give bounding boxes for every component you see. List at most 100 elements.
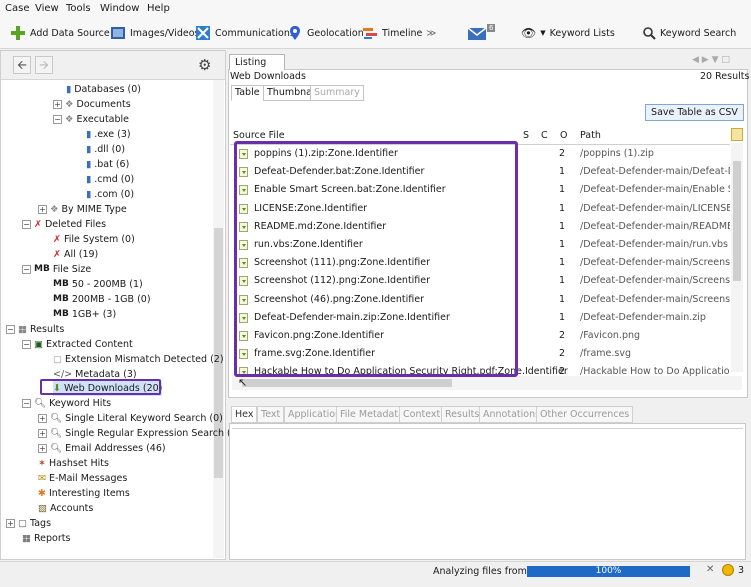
tab-table[interactable]: Table (231, 85, 264, 101)
notification-icon[interactable] (722, 564, 734, 576)
tree-item-tags[interactable]: + ▢ Tags (6, 516, 51, 531)
collapse-toggle[interactable]: − (22, 220, 31, 229)
column-header-s[interactable]: S (523, 130, 529, 141)
tree-item-com[interactable]: ▮ .com (0) (86, 187, 134, 202)
tree-item-keyword-hits[interactable]: − 🔍︎ Keyword Hits (22, 396, 111, 411)
tab-other-occurrences[interactable]: Other Occurrences (536, 406, 634, 423)
column-chooser-icon[interactable] (731, 128, 743, 141)
geolocation-button[interactable]: Geolocation (287, 22, 364, 44)
tree-item-hashset-hits[interactable]: ✶ Hashset Hits (38, 456, 109, 471)
tree-item-exe[interactable]: ▮ .exe (3) (86, 127, 131, 142)
expand-toggle[interactable]: + (38, 444, 47, 453)
keyword-lists-button[interactable]: 👁 ▼ Keyword Lists (521, 22, 615, 44)
tree-item-single-literal[interactable]: + 🔍︎ Single Literal Keyword Search (0) (38, 411, 223, 426)
tree-item-reports[interactable]: ▦ Reports (22, 531, 70, 546)
messages-button[interactable]: 6 (467, 22, 496, 44)
menu-help[interactable]: Help (147, 3, 170, 14)
tree-item-single-regex[interactable]: + 🔍︎ Single Regular Expression Search (0 (38, 426, 237, 441)
tree-item-ext-mismatch[interactable]: ▢ Extension Mismatch Detected (2) (53, 352, 224, 367)
tree-label: 1GB+ (3) (71, 309, 117, 320)
tree-label: Accounts (49, 503, 94, 514)
cancel-ingest-icon[interactable]: ✕ (706, 564, 714, 575)
expand-toggle[interactable]: + (6, 519, 15, 528)
table-vertical-scrollbar[interactable] (731, 143, 743, 372)
tree-item-cmd[interactable]: ▮ .cmd (0) (86, 172, 134, 187)
tree-item-file-system[interactable]: ✗ File System (0) (53, 232, 135, 247)
tab-listing[interactable]: Listing (229, 54, 285, 70)
collapse-toggle[interactable]: − (22, 399, 31, 408)
tree-item-executable[interactable]: − ❖ Executable (53, 112, 129, 127)
gear-icon[interactable]: ⚙ (198, 56, 211, 74)
expand-toggle[interactable]: + (38, 414, 47, 423)
tree-item-accounts[interactable]: ▧ Accounts (38, 501, 93, 516)
hashset-icon: ✶ (38, 458, 46, 469)
tree-item-size-2[interactable]: MB 200MB - 1GB (0) (53, 292, 151, 307)
table-horizontal-scrollbar[interactable] (232, 376, 742, 390)
tree-label: .com (0) (94, 189, 135, 200)
tree-item-email-addresses[interactable]: + 🔍︎ Email Addresses (46) (38, 441, 166, 456)
tree-item-documents[interactable]: + ❖ Documents (53, 97, 131, 112)
mb-icon: MB (53, 294, 69, 304)
tree-item-results[interactable]: − ▦ Results (6, 322, 64, 337)
tree-label: Tags (29, 518, 52, 529)
tree-item-all[interactable]: ✗ All (19) (53, 247, 98, 262)
tree-scrollbar[interactable] (213, 80, 224, 558)
tree-item-bat[interactable]: ▮ .bat (6) (86, 157, 129, 172)
images-videos-button[interactable]: Images/Videos (110, 22, 199, 44)
tree-item-deleted-files[interactable]: − ✗ Deleted Files (22, 217, 106, 232)
tree-item-extracted-content[interactable]: − ▣ Extracted Content (22, 337, 133, 352)
results-icon: ▦ (18, 324, 27, 335)
tab-context[interactable]: Context (399, 406, 445, 423)
path-cell: /frame.svg (580, 348, 631, 360)
tree-item-file-size[interactable]: − MB File Size (22, 262, 91, 277)
menu-window[interactable]: Window (100, 3, 139, 14)
collapse-toggle[interactable]: − (53, 115, 62, 124)
collapse-toggle[interactable]: − (6, 325, 15, 334)
tab-hex[interactable]: Hex (231, 406, 258, 423)
chevron-double-down-icon[interactable]: ≫ (426, 28, 436, 39)
timeline-button[interactable]: Timeline ≫ (362, 22, 436, 44)
column-header-c[interactable]: C (541, 130, 548, 141)
tree-label: File Size (52, 264, 92, 275)
keyword-lists-label: Keyword Lists (549, 27, 615, 39)
folder-icon: ▮ (66, 84, 72, 95)
menu-view[interactable]: View (35, 3, 59, 14)
listing-nav-arrows[interactable]: ◀ ▶ ▼ □ (692, 55, 730, 65)
column-header-source-file[interactable]: Source File (233, 130, 285, 141)
forward-button[interactable]: 🡪 (35, 56, 53, 74)
tree-item-size-3[interactable]: MB 1GB+ (3) (53, 307, 116, 322)
add-data-source-button[interactable]: Add Data Source (10, 22, 110, 44)
communications-button[interactable]: Communications (195, 22, 295, 44)
tab-file-metadata[interactable]: File Metadata (336, 406, 408, 423)
tab-annotations[interactable]: Annotations (479, 406, 545, 423)
column-header-o[interactable]: O (560, 130, 567, 141)
path-cell: /Defeat-Defender-main/Enable Smart (580, 184, 730, 196)
tab-text[interactable]: Text (257, 406, 285, 423)
tree-item-interesting-items[interactable]: ✱ Interesting Items (38, 486, 130, 501)
tree-item-size-1[interactable]: MB 50 - 200MB (1) (53, 277, 143, 292)
tab-summary[interactable]: Summary (310, 85, 364, 101)
expand-toggle[interactable]: + (38, 429, 47, 438)
collapse-toggle[interactable]: − (22, 265, 31, 274)
ingest-progress-bar[interactable]: 100% (527, 566, 690, 577)
tree-item-by-mime[interactable]: + ❖ By MIME Type (38, 202, 127, 217)
save-table-csv-button[interactable]: Save Table as CSV (645, 104, 744, 121)
expand-toggle[interactable]: + (38, 205, 47, 214)
back-button[interactable]: 🡨 (13, 56, 31, 74)
tree-item-dll[interactable]: ▮ .dll (0) (86, 142, 125, 157)
tab-results[interactable]: Results (441, 406, 484, 423)
menu-case[interactable]: Case (5, 3, 29, 14)
menu-tools[interactable]: Tools (66, 3, 91, 14)
table-hscroll-thumb[interactable] (242, 379, 452, 387)
tree-label: .dll (0) (94, 144, 126, 155)
keyword-search-button[interactable]: Keyword Search (642, 22, 736, 44)
expand-toggle[interactable]: + (53, 100, 62, 109)
table-scroll-thumb[interactable] (733, 161, 741, 281)
collapse-toggle[interactable]: − (22, 340, 31, 349)
tree-item-databases[interactable]: ▮ Databases (0) (66, 82, 141, 97)
deleted-icon: ✗ (34, 219, 42, 230)
images-icon (110, 25, 126, 41)
tree-item-email-messages[interactable]: ✉ E-Mail Messages (38, 471, 127, 486)
column-header-path[interactable]: Path (580, 130, 601, 141)
dropdown-arrow-icon: ▼ (540, 29, 546, 37)
